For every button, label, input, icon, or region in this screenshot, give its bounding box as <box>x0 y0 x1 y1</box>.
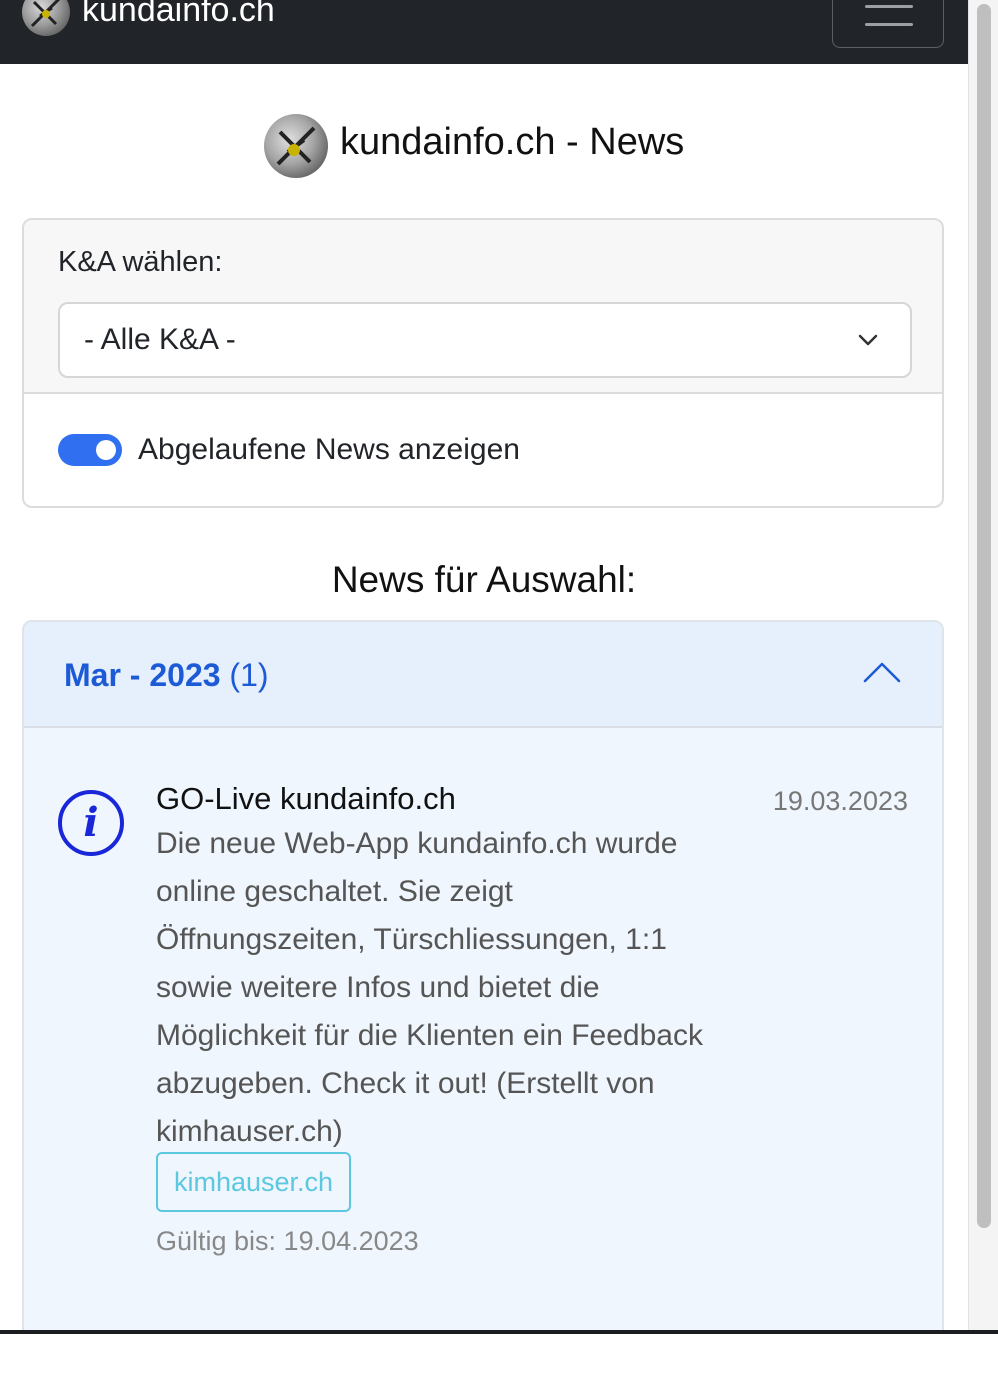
news-item: i GO-Live kundainfo.ch 19.03.2023 Die ne… <box>24 728 942 1310</box>
page-header: kundainfo.ch - News <box>0 112 968 178</box>
title-logo <box>264 114 328 178</box>
scrollbar-thumb[interactable] <box>977 4 991 1228</box>
page: kundainfo.ch kundainfo.ch - News K&A wäh… <box>0 0 968 1384</box>
accordion-month: Mar - 2023 <box>64 657 221 693</box>
navbar-brand[interactable]: kundainfo.ch <box>82 0 275 32</box>
info-icon: i <box>58 790 124 856</box>
browser-bottom-bar <box>0 1330 998 1384</box>
news-body: Die neue Web-App kundainfo.ch wurde onli… <box>156 820 756 1156</box>
chevron-down-icon <box>858 334 878 346</box>
brand-logo[interactable] <box>22 0 70 36</box>
news-accordion: Mar - 2023 (1) i GO-Live kundainfo.ch 19… <box>22 620 944 1310</box>
toggle-knob <box>96 440 116 460</box>
select-label: K&A wählen: <box>58 246 223 278</box>
select-value: - Alle K&A - <box>84 323 236 356</box>
news-body-line: online geschaltet. Sie zeigt <box>156 875 513 908</box>
news-title: GO-Live kundainfo.ch <box>156 781 456 816</box>
accordion-header-mar-2023[interactable]: Mar - 2023 (1) <box>24 622 942 728</box>
accordion-title: Mar - 2023 (1) <box>64 656 269 694</box>
page-title: kundainfo.ch - News <box>340 121 685 163</box>
news-body-line: Öffnungszeiten, Türschliessungen, 1:1 <box>156 923 667 956</box>
section-title: News für Auswahl: <box>331 559 637 600</box>
ka-select[interactable]: - Alle K&A - <box>58 302 912 378</box>
news-link-button[interactable]: kimhauser.ch <box>156 1152 352 1212</box>
filter-card: K&A wählen: - Alle K&A - Abgelaufene New… <box>22 218 944 508</box>
news-date: 19.03.2023 <box>772 786 908 816</box>
news-body-line: abzugeben. Check it out! (Erstellt von <box>156 1067 655 1100</box>
news-body-line: kimhauser.ch) <box>156 1115 343 1148</box>
vertical-scrollbar[interactable] <box>968 0 998 1330</box>
navbar: kundainfo.ch <box>0 0 968 64</box>
news-body-line: sowie weitere Infos und bietet die <box>156 971 600 1004</box>
menu-toggle-button[interactable] <box>832 0 944 48</box>
accordion-count: (1) <box>229 657 269 693</box>
news-body-line: Die neue Web-App kundainfo.ch wurde <box>156 827 678 860</box>
toggle-label[interactable]: Abgelaufene News anzeigen <box>138 432 520 468</box>
news-valid-until: Gültig bis: 19.04.2023 <box>156 1226 419 1256</box>
hamburger-icon-bar <box>865 23 913 26</box>
news-body-line: Möglichkeit für die Klienten ein Feedbac… <box>156 1019 703 1052</box>
divider <box>0 1330 998 1334</box>
chevron-up-icon <box>863 662 901 683</box>
filter-card-header: K&A wählen: - Alle K&A - <box>24 220 942 394</box>
hamburger-icon <box>865 5 913 8</box>
expired-news-toggle[interactable] <box>58 434 122 466</box>
